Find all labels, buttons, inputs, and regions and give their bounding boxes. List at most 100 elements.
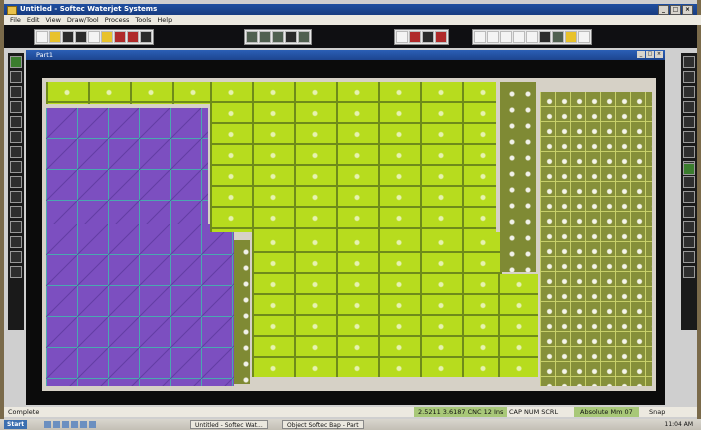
- desktop-icon[interactable]: [44, 421, 51, 428]
- app-shortcut-icon[interactable]: [89, 421, 96, 428]
- polar-icon[interactable]: [683, 176, 695, 188]
- array-tool-icon[interactable]: [10, 251, 22, 263]
- menu-edit[interactable]: Edit: [27, 15, 40, 25]
- app-icon: [7, 6, 17, 15]
- cut-path-icon[interactable]: [298, 31, 310, 43]
- arc-tool-icon[interactable]: [10, 71, 22, 83]
- pan-icon[interactable]: [526, 31, 538, 43]
- properties-icon[interactable]: [683, 236, 695, 248]
- arrow-icon[interactable]: [140, 31, 152, 43]
- zoom-in-icon[interactable]: [474, 31, 486, 43]
- snap-active-icon[interactable]: [683, 163, 695, 175]
- menu-file[interactable]: File: [10, 15, 21, 25]
- nested-parts-green-lower[interactable]: [252, 232, 502, 377]
- rotate-tool-icon[interactable]: [10, 221, 22, 233]
- view-toolbar-group: [244, 29, 312, 45]
- snap-grid-icon[interactable]: [683, 146, 695, 158]
- snap-endpoint-icon[interactable]: [683, 56, 695, 68]
- clipboard-icon[interactable]: [88, 31, 100, 43]
- text-tool-icon[interactable]: [10, 131, 22, 143]
- print-icon[interactable]: [75, 31, 87, 43]
- circle-tool-icon[interactable]: [10, 86, 22, 98]
- pierce-icon[interactable]: [435, 31, 447, 43]
- open-folder-icon[interactable]: [49, 31, 61, 43]
- doc-maximize-button[interactable]: □: [646, 51, 654, 58]
- menu-view[interactable]: View: [45, 15, 60, 25]
- snap-center-icon[interactable]: [683, 86, 695, 98]
- cursor-coordinates: 2.5211 3.6187 CNC 12 Ins: [414, 407, 508, 417]
- nest-icon[interactable]: [114, 31, 126, 43]
- nested-parts-purple-lower[interactable]: [46, 224, 234, 386]
- zoom-window-icon[interactable]: [500, 31, 512, 43]
- doc-close-button[interactable]: ×: [655, 51, 663, 58]
- snap-indicator[interactable]: Snap: [649, 407, 665, 417]
- menu-draw-tool[interactable]: Draw/Tool: [67, 15, 99, 25]
- settings-icon[interactable]: [578, 31, 590, 43]
- folder-icon[interactable]: [101, 31, 113, 43]
- doc-minimize-button[interactable]: _: [637, 51, 645, 58]
- minimize-button[interactable]: _: [658, 5, 669, 15]
- nested-parts-top-row[interactable]: [46, 82, 210, 104]
- document-controls: _ □ ×: [637, 51, 663, 58]
- olive-parts-grid[interactable]: [540, 92, 652, 386]
- menu-help[interactable]: Help: [157, 15, 172, 25]
- drawing-canvas[interactable]: [26, 60, 665, 405]
- save-icon[interactable]: [62, 31, 74, 43]
- grid-icon[interactable]: [246, 31, 258, 43]
- waterjet-icon[interactable]: [409, 31, 421, 43]
- mirror-tool-icon[interactable]: [10, 206, 22, 218]
- process-toolbar-group: [394, 29, 449, 45]
- start-button[interactable]: Start: [4, 420, 28, 429]
- select-tool-icon[interactable]: [10, 56, 22, 68]
- offset-tool-icon[interactable]: [10, 191, 22, 203]
- menu-process[interactable]: Process: [105, 15, 130, 25]
- dimension-tool-icon[interactable]: [10, 266, 22, 278]
- browser-icon[interactable]: [53, 421, 60, 428]
- sheet-icon[interactable]: [552, 31, 564, 43]
- snap-tangent-icon[interactable]: [683, 116, 695, 128]
- simulate-icon[interactable]: [683, 266, 695, 278]
- rectangle-tool-icon[interactable]: [10, 116, 22, 128]
- close-button[interactable]: ×: [682, 5, 693, 15]
- layer-icon[interactable]: [259, 31, 271, 43]
- coordinate-mode[interactable]: Absolute Mm 07: [574, 407, 639, 417]
- lead-in-icon[interactable]: [422, 31, 434, 43]
- extend-tool-icon[interactable]: [10, 161, 22, 173]
- snap-midpoint-icon[interactable]: [683, 71, 695, 83]
- explorer-icon[interactable]: [62, 421, 69, 428]
- measure-distance-icon[interactable]: [683, 206, 695, 218]
- olive-parts-column-right[interactable]: [500, 82, 536, 272]
- polyline-tool-icon[interactable]: [10, 101, 22, 113]
- measure-icon[interactable]: [285, 31, 297, 43]
- taskbar-item-object[interactable]: Object Softec Bap - Part: [282, 420, 364, 429]
- snap-intersection-icon[interactable]: [683, 101, 695, 113]
- olive-parts-column-left[interactable]: [234, 240, 250, 384]
- media-icon[interactable]: [71, 421, 78, 428]
- redraw-icon[interactable]: [539, 31, 551, 43]
- menu-bar: File Edit View Draw/Tool Process Tools H…: [4, 15, 701, 25]
- measure-angle-icon[interactable]: [683, 221, 695, 233]
- document-title: Part1: [36, 51, 53, 59]
- toolpath-icon[interactable]: [683, 251, 695, 263]
- keyboard-indicators: CAP NUM SCRL: [509, 408, 559, 416]
- new-file-icon[interactable]: [36, 31, 48, 43]
- taskbar-item-softec[interactable]: Untitled - Softec Wat...: [190, 420, 268, 429]
- zoom-out-icon[interactable]: [487, 31, 499, 43]
- window-controls: _ □ ×: [658, 5, 693, 15]
- table-icon[interactable]: [272, 31, 284, 43]
- highlight-icon[interactable]: [565, 31, 577, 43]
- layer-toggle-icon[interactable]: [683, 191, 695, 203]
- snap-nearest-icon[interactable]: [683, 131, 695, 143]
- maximize-button[interactable]: □: [670, 5, 681, 15]
- trim-tool-icon[interactable]: [10, 146, 22, 158]
- scale-tool-icon[interactable]: [10, 236, 22, 248]
- menu-tools[interactable]: Tools: [135, 15, 151, 25]
- nested-parts-green-right[interactable]: [498, 274, 538, 377]
- fillet-tool-icon[interactable]: [10, 176, 22, 188]
- nested-parts-green-upper[interactable]: [210, 82, 496, 232]
- folder-icon[interactable]: [80, 421, 87, 428]
- nested-parts-purple-upper[interactable]: [46, 108, 208, 224]
- tool-icon[interactable]: [127, 31, 139, 43]
- zoom-all-icon[interactable]: [513, 31, 525, 43]
- target-icon[interactable]: [396, 31, 408, 43]
